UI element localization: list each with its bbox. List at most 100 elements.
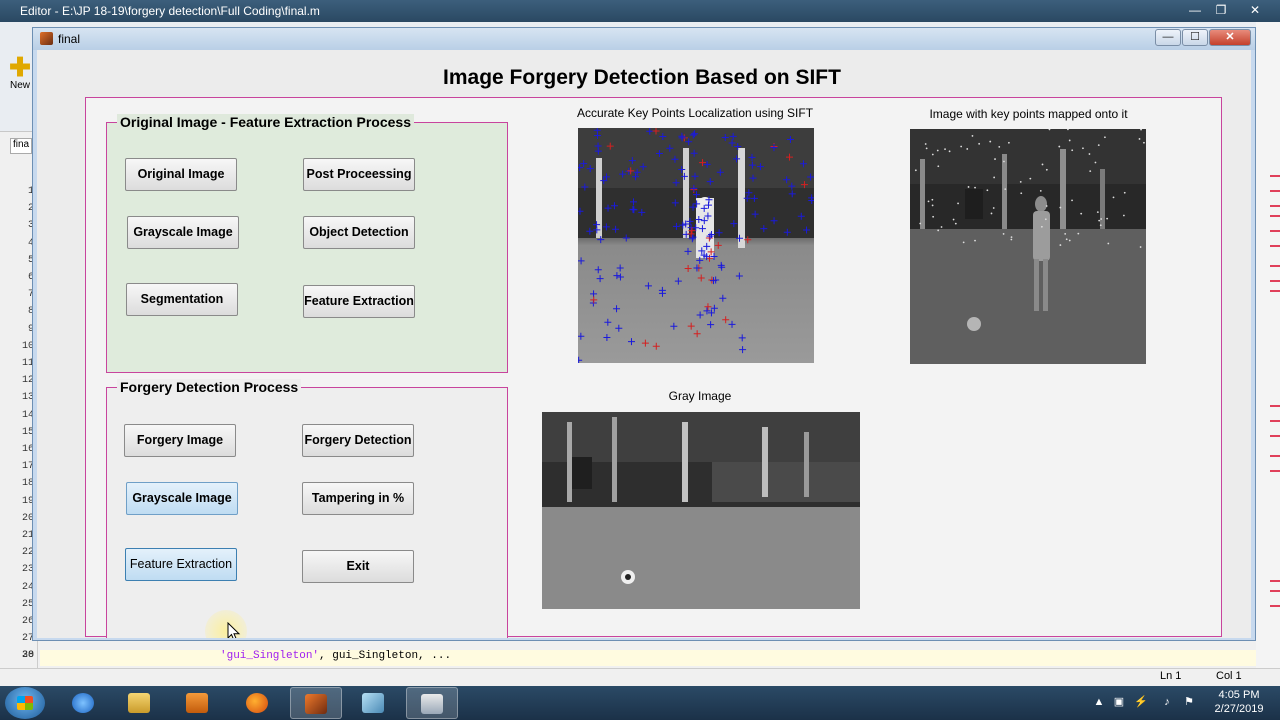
keypoint-dot bbox=[927, 200, 930, 203]
code-analyzer-marker[interactable] bbox=[1270, 280, 1280, 282]
keypoint-dot bbox=[1068, 239, 1071, 242]
firefox-button[interactable] bbox=[232, 687, 284, 719]
code-analyzer-marker[interactable] bbox=[1270, 205, 1280, 207]
original-image-button[interactable]: Original Image bbox=[125, 158, 237, 191]
code-analyzer-marker[interactable] bbox=[1270, 470, 1280, 472]
keypoint-dot bbox=[1094, 161, 1097, 164]
keypoint-dot bbox=[1019, 180, 1022, 183]
code-analyzer-marker[interactable] bbox=[1270, 455, 1280, 457]
keypoint-dot bbox=[1065, 238, 1068, 241]
start-button[interactable] bbox=[5, 687, 45, 719]
matlab-task-button[interactable] bbox=[290, 687, 342, 719]
internet-explorer-button[interactable] bbox=[58, 687, 110, 719]
code-analyzer-marker[interactable] bbox=[1270, 290, 1280, 292]
figure-maximize-button[interactable]: ☐ bbox=[1182, 29, 1208, 46]
code-analyzer-marker[interactable] bbox=[1270, 405, 1280, 407]
code-analyzer-marker[interactable] bbox=[1270, 580, 1280, 582]
keypoint-dot bbox=[1002, 233, 1005, 235]
editor-status-bar: Ln 1 Col 1 bbox=[0, 668, 1280, 686]
tray-app-icon[interactable]: ▣ bbox=[1112, 695, 1126, 709]
code-analyzer-marker[interactable] bbox=[1270, 590, 1280, 592]
mapped-caption: Image with key points mapped onto it bbox=[929, 107, 1128, 121]
keypoint-dot bbox=[1010, 238, 1013, 241]
editor-file-tab[interactable]: fina bbox=[10, 138, 32, 154]
keypoint-dot bbox=[994, 158, 996, 160]
keypoint-dot bbox=[1104, 136, 1106, 139]
clock-time: 4:05 PM bbox=[1218, 689, 1260, 701]
code-analyzer-marker[interactable] bbox=[1270, 230, 1280, 232]
keypoint-dot bbox=[937, 165, 940, 168]
figure-task-button[interactable] bbox=[406, 687, 458, 719]
editor-restore-button[interactable]: ❐ bbox=[1210, 2, 1232, 19]
matlab-editor-task-button[interactable] bbox=[348, 687, 400, 719]
line-number: 11 bbox=[21, 358, 34, 369]
folder-icon bbox=[128, 693, 150, 713]
tampering-percent-button[interactable]: Tampering in % bbox=[302, 482, 414, 515]
code-line-30[interactable]: 'gui_Singleton', gui_Singleton, ... bbox=[220, 650, 451, 662]
editor-minimize-button[interactable]: — bbox=[1184, 2, 1206, 19]
keypoint-dot bbox=[1082, 147, 1084, 150]
keypoint-dot bbox=[1088, 153, 1091, 155]
tray-network-icon[interactable]: ⚡ bbox=[1134, 695, 1148, 709]
new-button[interactable]: ✚ New bbox=[6, 54, 34, 134]
code-analyzer-marker[interactable] bbox=[1270, 420, 1280, 422]
tray-flag-icon[interactable]: ⚑ bbox=[1182, 695, 1196, 709]
keypoint-dot bbox=[1107, 242, 1110, 245]
status-column: Col 1 bbox=[1216, 670, 1242, 682]
editor-scroll-strip[interactable] bbox=[1256, 22, 1280, 686]
grayscale-image-button[interactable]: Grayscale Image bbox=[127, 216, 239, 249]
code-analyzer-marker[interactable] bbox=[1270, 265, 1280, 267]
forgery-detection-button[interactable]: Forgery Detection bbox=[302, 424, 414, 457]
code-analyzer-marker[interactable] bbox=[1270, 190, 1280, 192]
code-analyzer-marker[interactable] bbox=[1270, 245, 1280, 247]
keypoint-dot bbox=[1059, 244, 1062, 246]
line-number: 5 bbox=[27, 254, 34, 266]
keypoint-dot bbox=[1020, 192, 1023, 195]
figure-close-button[interactable]: ✕ bbox=[1209, 29, 1251, 46]
line-number: 2 bbox=[27, 203, 34, 215]
keypoint-dot bbox=[1122, 214, 1125, 217]
keypoint-dot bbox=[974, 239, 976, 242]
keypoint-dot bbox=[971, 135, 974, 137]
feature-extraction-button[interactable]: Feature Extraction bbox=[303, 285, 415, 318]
code-analyzer-marker[interactable] bbox=[1270, 605, 1280, 607]
code-analyzer-marker[interactable] bbox=[1270, 215, 1280, 217]
editor-title: Editor - E:\JP 18-19\forgery detection\F… bbox=[20, 4, 320, 18]
line-number: 8 bbox=[27, 306, 34, 318]
keypoint-dot bbox=[952, 218, 955, 221]
figure-content: Image Forgery Detection Based on SIFT Or… bbox=[37, 50, 1251, 638]
forgery-grayscale-image-button[interactable]: Grayscale Image bbox=[126, 482, 238, 515]
line-number: 3 bbox=[27, 220, 34, 232]
tray-expand-icon[interactable]: ▲ bbox=[1092, 695, 1106, 709]
keypoint-dot bbox=[1039, 189, 1042, 192]
segmentation-button[interactable]: Segmentation bbox=[126, 283, 238, 316]
gray-image bbox=[542, 412, 860, 609]
media-player-button[interactable] bbox=[172, 687, 224, 719]
forgery-feature-extraction-button[interactable]: Feature Extraction bbox=[125, 548, 237, 581]
gray-caption: Gray Image bbox=[668, 389, 732, 403]
tray-volume-icon[interactable]: ♪ bbox=[1160, 695, 1174, 709]
system-clock[interactable]: 4:05 PM 2/27/2019 bbox=[1204, 688, 1274, 716]
keypoint-dot bbox=[1008, 141, 1010, 144]
code-analyzer-marker[interactable] bbox=[1270, 175, 1280, 177]
keypoint-dot bbox=[1138, 138, 1141, 140]
exit-button[interactable]: Exit bbox=[302, 550, 414, 583]
keypoint-dot bbox=[931, 153, 934, 156]
line-number: 20 bbox=[21, 512, 34, 524]
taskbar: ▲ ▣ ⚡ ♪ ⚑ 4:05 PM 2/27/2019 bbox=[0, 686, 1280, 720]
object-detection-button[interactable]: Object Detection bbox=[303, 216, 415, 249]
keypoint-dot bbox=[992, 207, 995, 209]
line-number: 21 bbox=[21, 530, 34, 541]
windows-logo-icon bbox=[17, 696, 33, 710]
file-explorer-button[interactable] bbox=[114, 687, 166, 719]
code-analyzer-marker[interactable] bbox=[1270, 435, 1280, 437]
keypoint-dot bbox=[948, 150, 951, 153]
figure-minimize-button[interactable]: — bbox=[1155, 29, 1181, 46]
editor-close-button[interactable]: ✕ bbox=[1240, 2, 1270, 19]
line-number: 25 bbox=[21, 598, 34, 610]
keypoint-dot bbox=[1045, 168, 1048, 171]
forgery-image-button[interactable]: Forgery Image bbox=[124, 424, 236, 457]
figure-titlebar[interactable]: final — ☐ ✕ bbox=[33, 28, 1255, 50]
post-processing-button[interactable]: Post Proceessing bbox=[303, 158, 415, 191]
keypoint-dot bbox=[962, 241, 965, 244]
